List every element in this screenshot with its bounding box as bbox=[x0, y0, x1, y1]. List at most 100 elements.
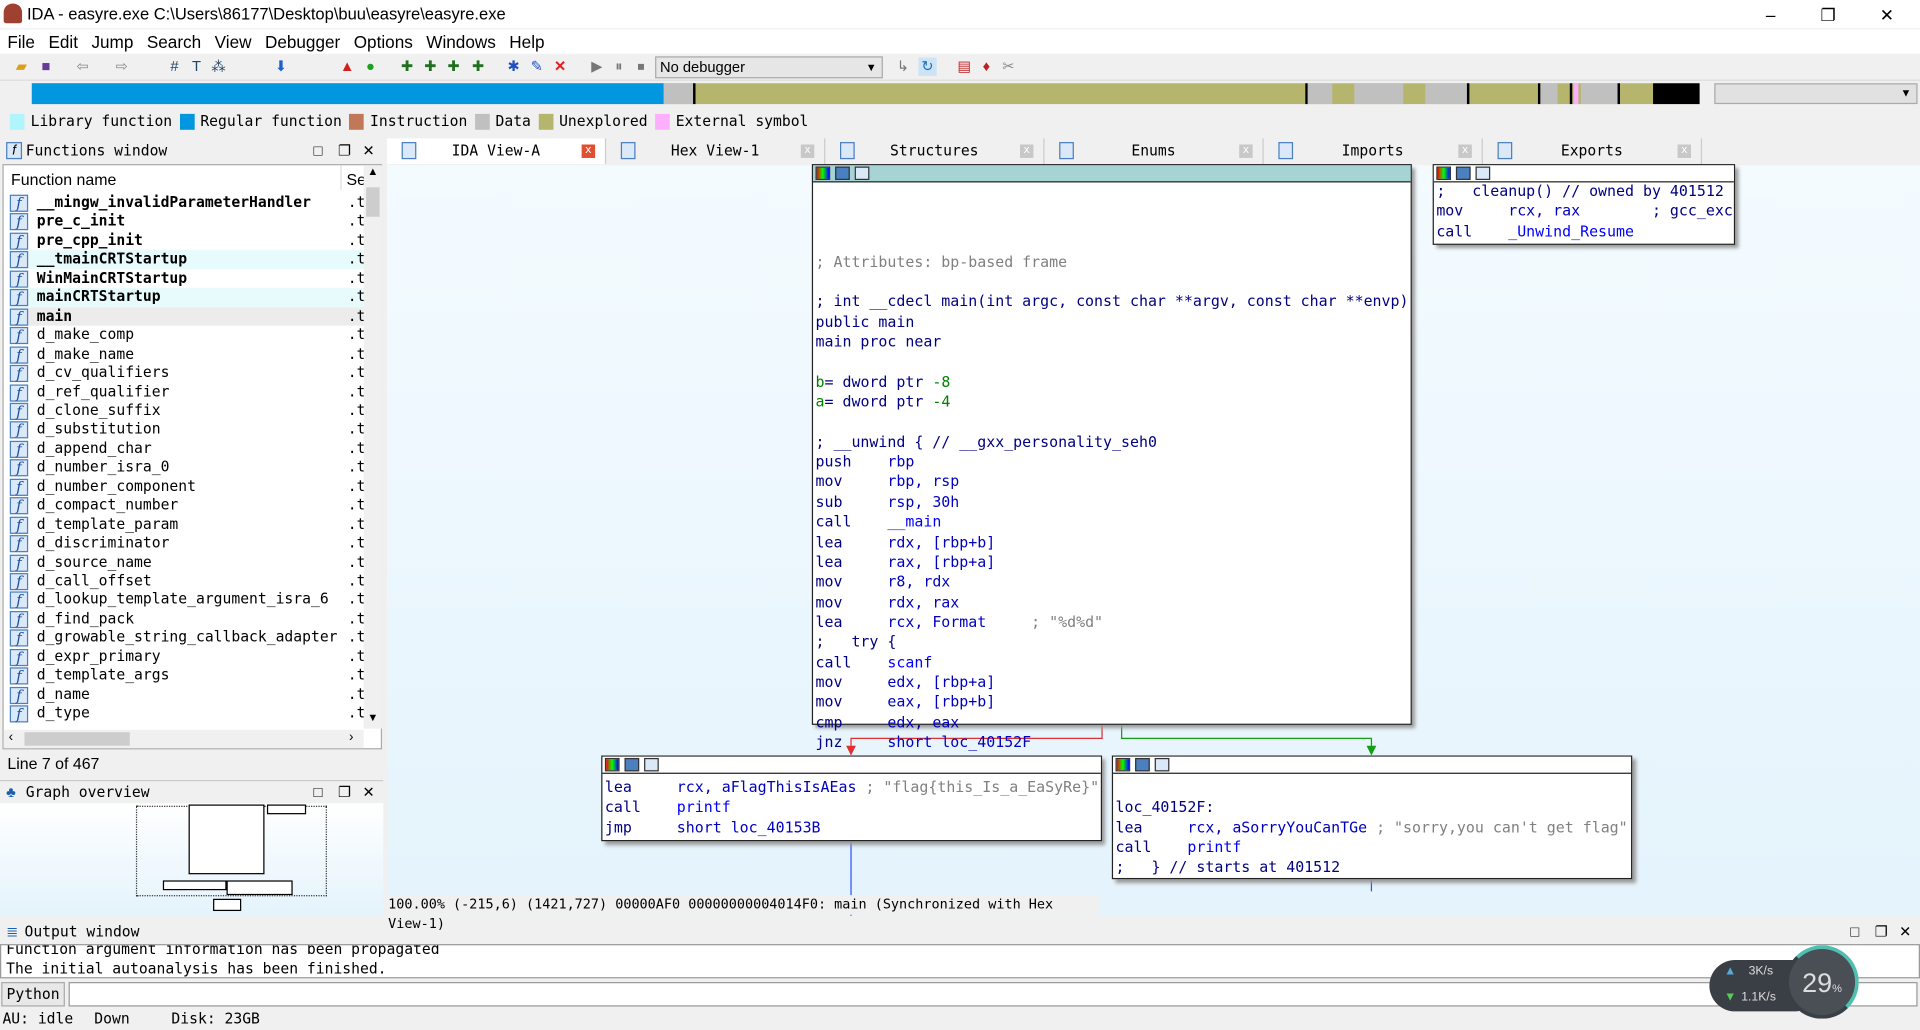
tab-exports[interactable]: Exports x bbox=[1483, 138, 1703, 165]
code-line[interactable]: ; Attributes: bp-based frame bbox=[816, 252, 1409, 272]
code-line[interactable] bbox=[816, 412, 1409, 432]
back-icon[interactable]: ⇦ bbox=[73, 58, 91, 76]
function-row[interactable]: f d_lookup_template_argument_isra_6 .t bbox=[9, 591, 365, 610]
green-circle-icon[interactable]: ● bbox=[361, 58, 379, 76]
function-row[interactable]: f __tmainCRTStartup .t bbox=[9, 250, 365, 270]
code-line[interactable]: b= dword ptr -8 bbox=[816, 372, 1409, 392]
code-line[interactable]: a= dword ptr -4 bbox=[816, 392, 1409, 412]
open-icon[interactable]: ▰ bbox=[12, 58, 30, 76]
code-line[interactable]: cmp edx, eax bbox=[816, 712, 1409, 732]
function-row[interactable]: f d_template_param .t bbox=[9, 515, 365, 534]
code-line[interactable]: call scanf bbox=[816, 652, 1409, 672]
function-row[interactable]: f WinMainCRTStartup .t bbox=[9, 269, 365, 288]
close-tab-icon[interactable]: x bbox=[1677, 144, 1692, 158]
code-line[interactable]: ; int __cdecl main(int argc, const char … bbox=[816, 292, 1409, 312]
search-binary-icon[interactable]: ⁂ bbox=[209, 58, 227, 76]
maximize-pane-icon[interactable]: □ bbox=[313, 138, 322, 164]
function-row[interactable]: f d_find_pack .t bbox=[9, 610, 365, 629]
function-row[interactable]: f d_ref_qualifier .t bbox=[9, 383, 365, 402]
code-block-fail[interactable]: loc_40152F: lea rcx, aSorryYouCanTGe ; "s… bbox=[1111, 755, 1633, 880]
function-row[interactable]: f d_make_name .t bbox=[9, 345, 365, 364]
add-breakpoint-icon[interactable]: ♦ bbox=[977, 58, 995, 76]
function-row[interactable]: f d_source_name .t bbox=[9, 553, 365, 572]
function-row[interactable]: f d_substitution .t bbox=[9, 420, 365, 439]
make-code-icon[interactable]: ✚ bbox=[398, 58, 416, 76]
function-row[interactable]: f d_expr_primary .t bbox=[9, 648, 365, 667]
tab-hex-view-1[interactable]: Hex View-1 x bbox=[606, 138, 826, 165]
float-pane-icon[interactable]: ❐ bbox=[338, 781, 351, 804]
code-line[interactable]: lea rcx, Format ; "%d%d" bbox=[816, 612, 1409, 632]
scrollbar-thumb[interactable] bbox=[24, 732, 130, 746]
code-block-main[interactable]: ; Attributes: bp-based frame ; int __cdec… bbox=[811, 164, 1412, 751]
code-line[interactable]: lea rcx, aSorryYouCanTGe ; "sorry,you ca… bbox=[1116, 818, 1628, 838]
code-line[interactable] bbox=[816, 272, 1409, 292]
make-ascii-icon[interactable]: ✚ bbox=[444, 58, 462, 76]
ida-view-graph[interactable]: ; Attributes: bp-based frame ; int __cdec… bbox=[386, 164, 1920, 916]
maximize-button[interactable]: ❐ bbox=[1800, 2, 1856, 26]
search-code-icon[interactable]: # bbox=[165, 58, 183, 76]
close-tab-icon[interactable]: x bbox=[1239, 144, 1253, 158]
function-row[interactable]: f d_name .t bbox=[9, 685, 365, 704]
function-row[interactable]: f mainCRTStartup .t bbox=[9, 288, 365, 308]
pause-icon[interactable]: ⏸ bbox=[610, 58, 628, 76]
code-line[interactable]: call _Unwind_Resume bbox=[1436, 221, 1733, 241]
code-line[interactable]: loc_40152F: bbox=[1116, 798, 1628, 818]
start-debug-icon[interactable]: ▶ bbox=[588, 58, 606, 76]
function-row[interactable]: f d_number_isra_0 .t bbox=[9, 458, 365, 477]
delete-breakpoint-icon[interactable]: ✂ bbox=[999, 58, 1017, 76]
undefine-icon[interactable]: ✕ bbox=[551, 58, 569, 76]
code-line[interactable]: jnz short loc_40152F bbox=[816, 732, 1409, 752]
code-line[interactable]: jmp short loc_40153B bbox=[605, 818, 1099, 838]
command-input[interactable] bbox=[68, 982, 1918, 1007]
function-row[interactable]: f d_number_component .t bbox=[9, 477, 365, 496]
code-line[interactable]: lea rax, [rbp+a] bbox=[816, 552, 1409, 572]
code-line[interactable]: public main bbox=[816, 312, 1409, 332]
edit-icon[interactable]: ✎ bbox=[528, 58, 546, 76]
function-row[interactable]: f d_discriminator .t bbox=[9, 534, 365, 553]
column-header-function-name[interactable]: Function name bbox=[11, 170, 116, 188]
code-line[interactable]: mov rcx, rax ; gcc_exc bbox=[1436, 201, 1733, 221]
scrollbar-thumb[interactable] bbox=[366, 187, 380, 217]
function-row[interactable]: f d_append_char .t bbox=[9, 439, 365, 458]
menu-jump[interactable]: Jump bbox=[84, 29, 139, 52]
step-icon[interactable]: ↳ bbox=[894, 58, 912, 76]
code-line[interactable] bbox=[816, 352, 1409, 372]
tab-ida-view-a[interactable]: IDA View-A x bbox=[386, 138, 607, 165]
scroll-down-icon[interactable]: ▼ bbox=[367, 711, 378, 723]
code-line[interactable] bbox=[816, 212, 1409, 232]
code-line[interactable]: ; } // starts at 401512 bbox=[1116, 858, 1628, 878]
function-row[interactable]: f d_template_args .t bbox=[9, 666, 365, 685]
function-row[interactable]: f __mingw_invalidParameterHandler .t bbox=[9, 193, 365, 212]
function-row[interactable]: f d_cv_qualifiers .t bbox=[9, 364, 365, 383]
code-line[interactable]: main proc near bbox=[816, 332, 1409, 352]
close-tab-icon[interactable]: x bbox=[1020, 144, 1034, 158]
graph-icon[interactable]: ▲ bbox=[338, 58, 356, 76]
debugger-select[interactable]: No debugger ▼ bbox=[655, 56, 883, 79]
menu-help[interactable]: Help bbox=[502, 29, 551, 52]
menu-edit[interactable]: Edit bbox=[41, 29, 84, 52]
menu-view[interactable]: View bbox=[207, 29, 257, 52]
output-text[interactable]: Function argument information has been p… bbox=[0, 944, 1920, 979]
code-line[interactable] bbox=[1116, 778, 1628, 798]
python-button[interactable]: Python bbox=[1, 982, 65, 1007]
code-line[interactable]: mov edx, [rbp+a] bbox=[816, 672, 1409, 692]
float-pane-icon[interactable]: ❐ bbox=[1875, 922, 1888, 943]
minimize-button[interactable]: – bbox=[1742, 2, 1798, 26]
tab-structures[interactable]: Structures x bbox=[825, 138, 1045, 165]
code-block-success[interactable]: lea rcx, aFlagThisIsAEas ; "flag{this_Is… bbox=[601, 755, 1103, 842]
code-line[interactable]: sub rsp, 30h bbox=[816, 492, 1409, 512]
graph-overview[interactable] bbox=[0, 803, 384, 916]
code-line[interactable]: lea rdx, [rbp+b] bbox=[816, 532, 1409, 552]
jump-down-icon[interactable]: ⬇ bbox=[272, 58, 290, 76]
function-row[interactable]: f main .t bbox=[9, 306, 365, 326]
code-line[interactable]: push rbp bbox=[816, 452, 1409, 472]
code-line[interactable]: ; __unwind { // __gxx_personality_seh0 bbox=[816, 432, 1409, 452]
menu-debugger[interactable]: Debugger bbox=[258, 29, 347, 52]
code-block-cleanup[interactable]: ; cleanup() // owned by 401512 mov rcx, r… bbox=[1432, 164, 1736, 245]
function-row[interactable]: f d_make_comp .t bbox=[9, 326, 365, 345]
code-line[interactable]: mov rdx, rax bbox=[816, 592, 1409, 612]
close-tab-icon[interactable]: x bbox=[1458, 144, 1472, 158]
code-line[interactable]: call printf bbox=[1116, 838, 1628, 858]
close-pane-icon[interactable]: ✕ bbox=[1899, 922, 1911, 943]
forward-icon[interactable]: ⇨ bbox=[113, 58, 131, 76]
